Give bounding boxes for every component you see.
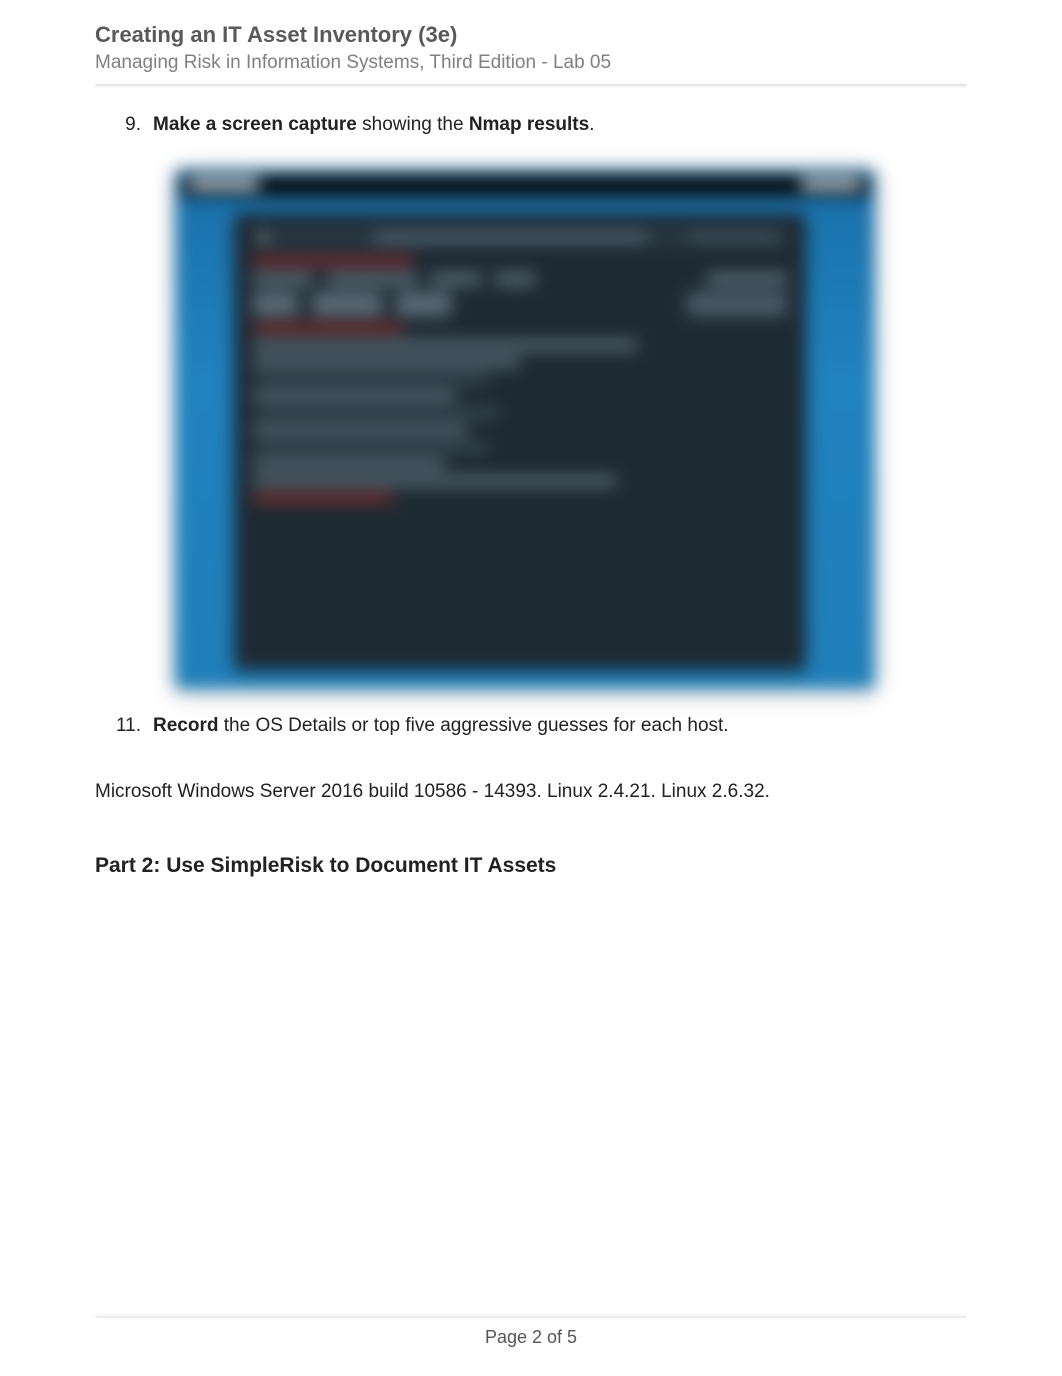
terminal-line	[253, 493, 392, 503]
terminal-window	[235, 214, 805, 669]
page-subtitle: Managing Risk in Information Systems, Th…	[95, 52, 967, 74]
window-titlebar	[181, 175, 869, 197]
step-bold-2: Nmap results	[469, 114, 589, 135]
titlebar-left	[189, 179, 259, 189]
terminal-line	[253, 442, 488, 452]
nmap-screenshot	[175, 169, 875, 689]
page-title: Creating an IT Asset Inventory (3e)	[95, 22, 967, 48]
terminal-line	[253, 323, 403, 333]
step-bold-1: Record	[153, 715, 218, 736]
step-9: 9. Make a screen capture showing the Nma…	[95, 112, 967, 139]
terminal-line	[253, 459, 445, 469]
step-bold-1: Make a screen capture	[153, 114, 357, 135]
answer-text: Microsoft Windows Server 2016 build 1058…	[95, 779, 967, 806]
terminal-seg	[396, 292, 451, 316]
terminal-line	[253, 476, 616, 486]
step-tail: .	[589, 114, 594, 135]
step-text: Record the OS Details or top five aggres…	[153, 713, 967, 740]
terminal-line	[253, 425, 467, 435]
desktop-background	[175, 169, 875, 689]
step-text: Make a screen capture showing the Nmap r…	[153, 112, 967, 139]
terminal-seg	[431, 273, 481, 285]
step-number: 9.	[95, 112, 153, 139]
terminal-line	[253, 357, 520, 367]
step-11: 11. Record the OS Details or top five ag…	[95, 713, 967, 740]
page-number: Page 2 of 5	[0, 1327, 1062, 1348]
terminal-line	[253, 374, 488, 384]
terminal-line	[253, 340, 637, 350]
step-mid: showing the	[357, 114, 469, 135]
header-divider	[95, 84, 967, 88]
terminal-header	[253, 228, 787, 246]
footer-divider	[95, 1314, 967, 1318]
terminal-row	[253, 273, 787, 285]
terminal-title	[373, 232, 647, 242]
terminal-line	[253, 391, 456, 401]
terminal-seg	[495, 273, 535, 285]
terminal-seg	[312, 292, 382, 316]
terminal-seg	[687, 292, 787, 316]
terminal-row	[253, 292, 787, 316]
terminal-line	[253, 256, 413, 266]
terminal-seg	[327, 273, 417, 285]
step-number: 11.	[95, 713, 153, 740]
part-2-heading: Part 2: Use SimpleRisk to Document IT As…	[95, 854, 967, 878]
terminal-seg	[253, 292, 298, 316]
step-mid: the OS Details or top five aggressive gu…	[218, 715, 728, 736]
terminal-line	[253, 408, 499, 418]
terminal-seg	[707, 273, 787, 285]
titlebar-right	[801, 179, 861, 189]
terminal-seg	[253, 273, 313, 285]
